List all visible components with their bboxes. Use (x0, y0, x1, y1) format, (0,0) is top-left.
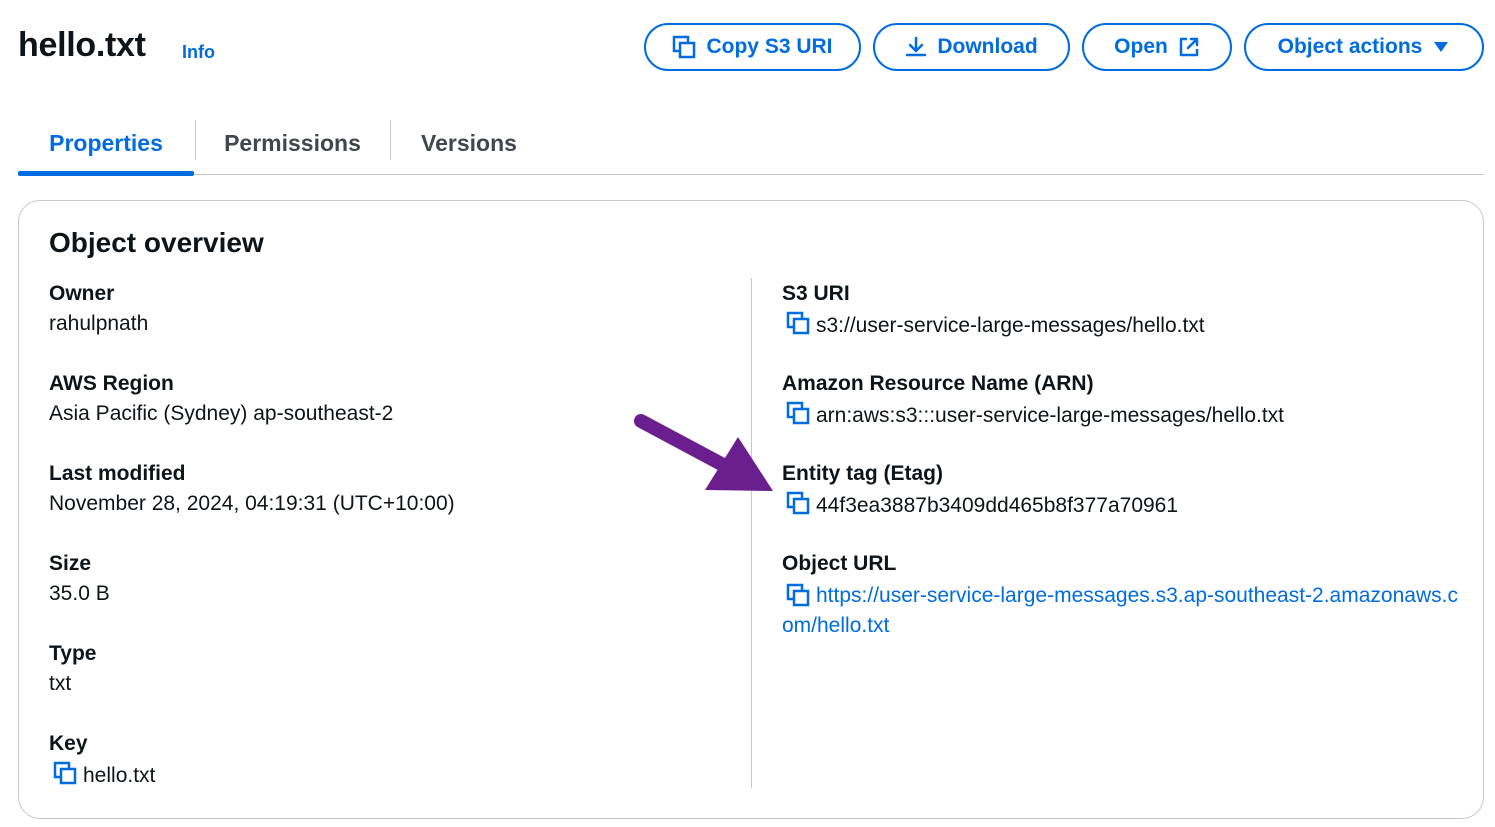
size-label: Size (49, 552, 92, 575)
etag-label: Entity tag (Etag) (782, 462, 943, 485)
arn-label: Amazon Resource Name (ARN) (782, 372, 1094, 395)
copy-icon[interactable] (786, 401, 816, 431)
arn-value: arn:aws:s3:::user-service-large-messages… (816, 404, 1285, 427)
arn-row: arn:aws:s3:::user-service-large-messages… (786, 401, 1284, 431)
tab-versions[interactable]: Versions (390, 112, 548, 174)
page-title: hello.txt (18, 26, 146, 64)
external-link-icon (1178, 36, 1200, 58)
tab-properties[interactable]: Properties (18, 112, 194, 176)
s3-uri-row: s3://user-service-large-messages/hello.t… (786, 311, 1205, 341)
copy-s3-uri-button[interactable]: Copy S3 URI (644, 23, 861, 71)
download-button[interactable]: Download (873, 23, 1070, 71)
region-label: AWS Region (49, 372, 174, 395)
copy-icon[interactable] (786, 311, 816, 341)
caret-down-icon (1432, 40, 1450, 54)
object-url-row: https://user-service-large-messages.s3.a… (782, 581, 1462, 641)
object-url-label: Object URL (782, 552, 897, 575)
page-header: hello.txt Info Copy S3 URI Download Open… (0, 0, 1495, 95)
download-icon (905, 36, 927, 58)
panel-title: Object overview (49, 227, 264, 258)
type-label: Type (49, 642, 97, 665)
open-label: Open (1114, 35, 1168, 58)
region-value: Asia Pacific (Sydney) ap-southeast-2 (49, 402, 394, 425)
type-value: txt (49, 672, 72, 695)
object-url-link[interactable]: https://user-service-large-messages.s3.a… (782, 584, 1458, 637)
info-link[interactable]: Info (182, 42, 215, 63)
column-divider (751, 278, 752, 788)
copy-icon (672, 35, 696, 59)
open-button[interactable]: Open (1082, 23, 1232, 71)
key-value: hello.txt (83, 764, 156, 787)
annotation-arrow (625, 405, 785, 510)
last-modified-label: Last modified (49, 462, 186, 485)
tab-bar: Properties Permissions Versions (18, 112, 1484, 176)
object-actions-label: Object actions (1277, 35, 1423, 58)
copy-icon[interactable] (53, 761, 83, 791)
s3-uri-value: s3://user-service-large-messages/hello.t… (816, 314, 1205, 337)
copy-icon[interactable] (786, 491, 816, 521)
size-value: 35.0 B (49, 582, 110, 605)
download-label: Download (937, 35, 1038, 58)
last-modified-value: November 28, 2024, 04:19:31 (UTC+10:00) (49, 492, 455, 515)
etag-row: 44f3ea3887b3409dd465b8f377a70961 (786, 491, 1178, 521)
owner-label: Owner (49, 282, 115, 305)
copy-s3-uri-label: Copy S3 URI (706, 35, 833, 58)
key-row: hello.txt (53, 761, 155, 791)
s3-uri-label: S3 URI (782, 282, 850, 305)
owner-value: rahulpnath (49, 312, 149, 335)
tab-permissions[interactable]: Permissions (195, 112, 390, 174)
copy-icon[interactable] (782, 583, 816, 607)
key-label: Key (49, 732, 88, 755)
object-actions-button[interactable]: Object actions (1244, 23, 1484, 71)
etag-value: 44f3ea3887b3409dd465b8f377a70961 (816, 494, 1179, 517)
